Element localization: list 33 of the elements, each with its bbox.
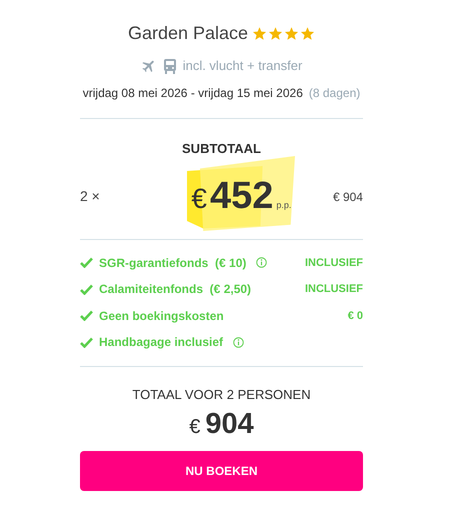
check-icon	[80, 336, 93, 348]
per-person-label: p.p.	[276, 199, 292, 212]
feature-value: € 0	[348, 308, 363, 324]
info-icon[interactable]	[233, 336, 244, 348]
star-icon	[300, 26, 316, 41]
currency-symbol: €	[191, 182, 207, 216]
hotel-name: Garden Palace	[128, 22, 248, 45]
feature-label: Handbagage inclusief	[99, 334, 224, 352]
currency-symbol: €	[189, 414, 200, 440]
total-title: TOTAAL VOOR 2 PERSONEN	[132, 386, 311, 402]
check-icon	[80, 310, 93, 322]
star-icon	[268, 26, 284, 41]
star-icon	[252, 26, 268, 41]
check-icon	[80, 284, 93, 295]
subtotal-title: SUBTOTAAL	[182, 140, 261, 156]
star-icon	[284, 26, 300, 41]
includes-text: incl. vlucht + transfer	[182, 57, 302, 75]
quantity-text: 2 ×	[80, 187, 100, 206]
feature-value: INCLUSIEF	[304, 256, 363, 270]
travel-dates: vrijdag 08 mei 2026 - vrijdag 15 mei 2026	[82, 84, 303, 102]
info-icon[interactable]	[256, 257, 268, 268]
price-per-person: 452	[210, 174, 274, 219]
feature-value: INCLUSIEF	[304, 282, 363, 297]
feature-label: SGR-garantiefonds (€ 10)	[99, 254, 246, 272]
feature-label: Geen boekingskosten	[99, 308, 224, 325]
trip-duration: (8 dagen)	[308, 84, 360, 102]
book-now-button[interactable]: NU BOEKEN	[80, 450, 363, 490]
feature-label: Calamiteitenfonds (€ 2,50)	[99, 281, 252, 298]
check-icon	[80, 257, 93, 268]
bus-icon	[162, 58, 177, 74]
subtotal-amount: € 904	[332, 188, 363, 206]
total-amount: 904	[205, 406, 254, 442]
airplane-icon	[140, 58, 157, 74]
